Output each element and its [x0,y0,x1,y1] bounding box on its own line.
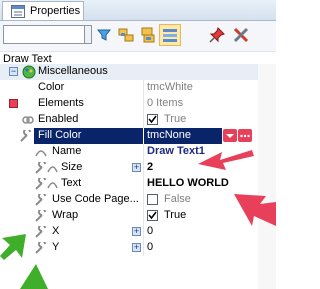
wrench-icon [35,242,46,254]
property-name: Elements [38,97,84,109]
wrench-icon [35,194,46,206]
column-divider [143,80,144,96]
property-name: X [52,225,60,237]
expand-icon[interactable]: + [132,243,141,252]
property-name: Size [61,161,83,173]
tab-label: Properties [30,5,81,17]
pin-button[interactable] [206,24,228,46]
collapse-icon[interactable]: − [9,67,18,76]
categorized-button[interactable] [115,24,137,46]
alphabetical-button[interactable] [137,24,159,46]
enabled-checkbox[interactable] [147,114,158,125]
annotation-arrow-size [198,150,254,170]
property-value[interactable]: tmcWhite [147,81,193,93]
view-button[interactable] [159,24,181,46]
tools-button[interactable] [230,24,252,46]
property-name: Text [61,177,82,189]
property-name: Use Code Page... [52,193,139,205]
column-divider [143,144,144,160]
property-name: Fill Color [38,129,82,141]
property-value[interactable]: HELLO WORLD [147,177,229,189]
dropdown-button[interactable] [223,129,237,142]
property-name: Color [38,81,65,93]
wrench-icon [35,210,46,222]
column-divider [143,192,144,208]
column-divider [143,176,144,192]
property-value[interactable]: tmcNone [147,129,191,141]
alphabetical-icon [141,27,155,43]
annotation-arrow-text [234,194,276,226]
search-dropdown-button[interactable] [85,25,92,44]
column-divider [143,240,144,256]
filter-button[interactable] [93,24,115,46]
property-value: False [164,193,191,205]
property-value[interactable]: 0 Items [147,97,183,109]
categorized-icon [118,28,134,42]
view-icon [163,29,177,42]
property-value: True [164,209,187,221]
property-value: True [164,113,187,125]
property-name: Enabled [38,113,79,125]
column-divider [143,160,144,176]
properties-icon [11,5,25,21]
expand-icon[interactable]: + [132,163,141,172]
property-row-color[interactable]: Color tmcWhite [0,80,276,96]
tab-strip: Properties [0,0,276,21]
column-divider [143,208,144,224]
toolbar [0,21,276,52]
property-row-fill-color[interactable]: Fill Color tmcNone [0,128,276,144]
wrench-icon [35,226,46,238]
link-icon [22,116,34,124]
column-divider [143,96,144,112]
tab-properties[interactable]: Properties [2,1,84,20]
properties-panel: Properties Draw Text − Miscellaneous Col… [0,0,276,289]
link-icon [35,150,47,157]
use-code-page-checkbox[interactable] [147,194,158,205]
property-value[interactable]: 0 [147,225,153,237]
ellipsis-icon [240,134,250,138]
property-value[interactable]: 0 [147,241,153,253]
collection-icon [9,99,18,108]
property-name: Wrap [52,209,79,221]
property-row-enabled[interactable]: Enabled True [0,112,276,128]
vertical-scrollbar[interactable] [258,64,276,289]
annotation-arrow-y [20,264,48,289]
wrench-icon [20,130,31,142]
palette-icon [22,65,36,79]
property-row-elements[interactable]: Elements 0 Items [0,96,276,112]
filter-icon [96,29,112,41]
chevron-down-icon [226,134,234,138]
tools-icon [233,27,249,43]
expand-icon[interactable]: + [132,227,141,236]
category-label: Miscellaneous [38,65,108,77]
property-row-y[interactable]: Y + 0 [0,240,276,256]
property-name: Name [52,145,82,157]
category-miscellaneous[interactable]: − Miscellaneous [0,64,276,80]
search-input[interactable] [3,25,85,44]
annotation-arrow-x [0,234,26,260]
column-divider [143,224,144,240]
wrap-checkbox[interactable] [147,210,158,221]
wrench-icon [35,162,58,174]
ellipsis-button[interactable] [238,129,252,142]
property-name: Y [52,241,60,253]
wrench-icon [35,178,58,190]
property-value[interactable]: 2 [147,161,153,173]
pin-icon [209,27,225,43]
column-divider [143,112,144,128]
